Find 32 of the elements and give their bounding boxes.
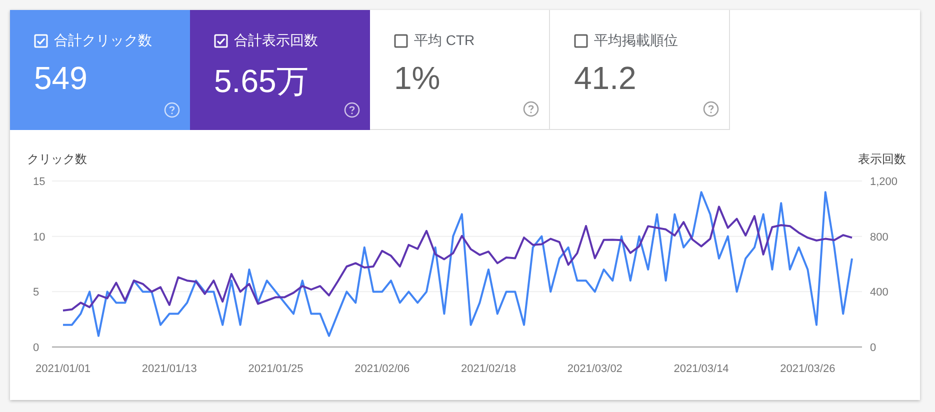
- y-tick-label: 800: [870, 231, 888, 244]
- help-icon[interactable]: [523, 101, 539, 117]
- checkbox[interactable]: [394, 34, 408, 48]
- metric-value: 1%: [394, 60, 440, 97]
- y-axis-title: 表示回数: [858, 152, 906, 166]
- y-tick-label: 0: [870, 342, 876, 354]
- metric-value: 5.65万: [214, 62, 308, 101]
- x-tick-label: 2021/03/02: [567, 363, 622, 375]
- y-tick-label: 5: [33, 286, 40, 299]
- y-tick-label: 400: [870, 286, 888, 299]
- x-tick-label: 2021/02/06: [354, 363, 410, 375]
- x-tick-label: 2021/01/01: [35, 363, 91, 375]
- metric-value: 41.2: [574, 60, 636, 97]
- metric-value: 549: [34, 60, 88, 97]
- metric-label: 平均 CTR: [414, 32, 475, 50]
- x-tick-label: 2021/01/13: [142, 363, 197, 375]
- checkbox[interactable]: [574, 34, 588, 48]
- x-tick-label: 2021/03/26: [780, 363, 836, 375]
- y-tick-label: 1,200: [870, 176, 898, 188]
- y-tick-label: 10: [33, 231, 46, 244]
- y-axis-title: クリック数: [27, 152, 87, 166]
- x-tick-label: 2021/02/18: [461, 363, 516, 375]
- x-tick-label: 2021/01/25: [248, 363, 304, 375]
- metric-label: 合計クリック数: [54, 32, 152, 50]
- y-tick-label: 0: [33, 342, 40, 354]
- metric-label: 平均掲載順位: [594, 32, 678, 50]
- y-tick-label: 15: [33, 176, 46, 188]
- metric-tile[interactable]: 平均 CTR 1%: [370, 10, 550, 130]
- metric-tile[interactable]: 平均掲載順位 41.2: [550, 10, 730, 130]
- x-tick-label: 2021/03/14: [674, 363, 729, 375]
- metric-label: 合計表示回数: [234, 32, 318, 50]
- help-icon[interactable]: [703, 101, 719, 117]
